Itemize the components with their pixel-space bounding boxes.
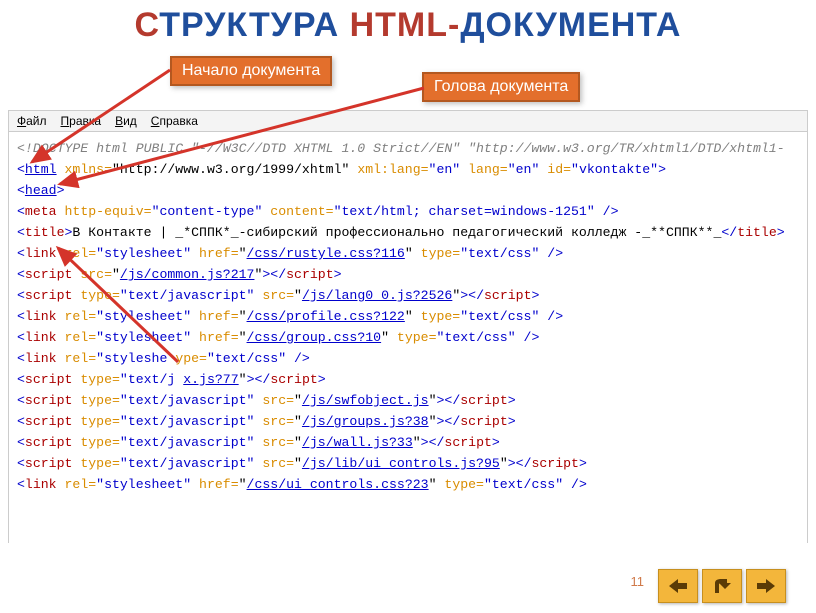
html-source-viewer: <!DOCTYPE html PUBLIC "-//W3C//DTD XHTML… — [8, 132, 808, 543]
editor-menubar: Файл Правка Вид Справка — [8, 110, 808, 132]
code-line: <link rel="stylesheet" href="/css/rustyl… — [17, 243, 803, 264]
code-line: <title>В Контакте | _*СППК*_-сибирский п… — [17, 222, 803, 243]
nav-prev-button[interactable] — [658, 569, 698, 603]
nav-next-button[interactable] — [746, 569, 786, 603]
menu-item[interactable]: Правка — [61, 114, 102, 128]
menu-item[interactable]: Файл — [17, 114, 47, 128]
code-line: <link rel="styleshe ype="text/css" /> — [17, 348, 803, 369]
code-line: <!DOCTYPE html PUBLIC "-//W3C//DTD XHTML… — [17, 138, 803, 159]
code-line: <script type="text/j x.js?77"></script> — [17, 369, 803, 390]
code-line: <script type="text/javascript" src="/js/… — [17, 432, 803, 453]
page-number: 11 — [631, 574, 645, 589]
callout-begin-doc: Начало документа — [170, 56, 332, 86]
code-line: <script src="/js/common.js?217"></script… — [17, 264, 803, 285]
code-line: <html xmlns="http://www.w3.org/1999/xhtm… — [17, 159, 803, 180]
slide-title: СТРУКТУРА HTML-ДОКУМЕНТА — [0, 0, 816, 51]
nav-home-button[interactable] — [702, 569, 742, 603]
code-line: <script type="text/javascript" src="/js/… — [17, 453, 803, 474]
arrow-left-icon — [667, 577, 689, 595]
code-line: <meta http-equiv="content-type" content=… — [17, 201, 803, 222]
menu-item[interactable]: Вид — [115, 114, 137, 128]
code-line: <link rel="stylesheet" href="/css/group.… — [17, 327, 803, 348]
menu-item[interactable]: Справка — [151, 114, 198, 128]
code-line: <link rel="stylesheet" href="/css/ui_con… — [17, 474, 803, 495]
nav-buttons — [658, 569, 786, 603]
code-line: <script type="text/javascript" src="/js/… — [17, 411, 803, 432]
arrow-right-icon — [755, 577, 777, 595]
code-line: <script type="text/javascript" src="/js/… — [17, 285, 803, 306]
code-line: <script type="text/javascript" src="/js/… — [17, 390, 803, 411]
code-line: <link rel="stylesheet" href="/css/profil… — [17, 306, 803, 327]
code-line: <head> — [17, 180, 803, 201]
return-icon — [711, 577, 733, 595]
callout-head-doc: Голова документа — [422, 72, 580, 102]
